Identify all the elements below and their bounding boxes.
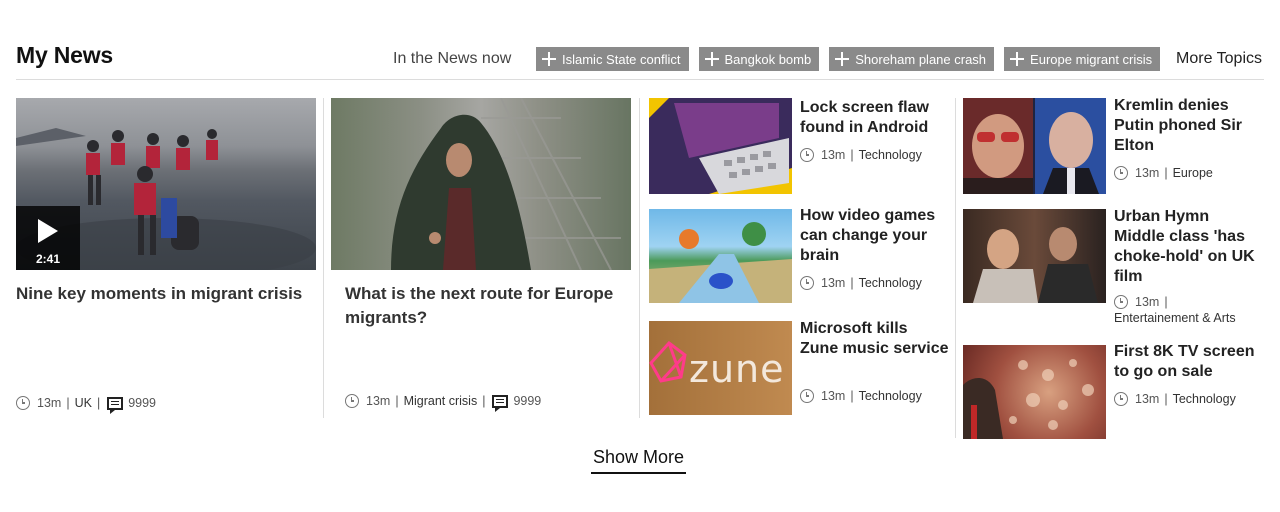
- story-time: 13m: [821, 148, 846, 162]
- story-title[interactable]: How video games can change your brain: [800, 206, 950, 266]
- story-meta: 13m | Technology: [1114, 392, 1236, 406]
- clock-icon: [16, 396, 30, 410]
- comment-icon[interactable]: [107, 396, 124, 414]
- topic-button-islamic-state[interactable]: Islamic State conflict: [536, 47, 689, 71]
- separator: |: [1164, 295, 1168, 309]
- clock-icon: [1114, 295, 1128, 309]
- story-image-hooded-man[interactable]: [331, 98, 631, 270]
- separator: |: [96, 396, 101, 410]
- comment-count[interactable]: 9999: [128, 396, 156, 410]
- story-section[interactable]: Migrant crisis: [404, 394, 478, 408]
- phone-illustration: [649, 98, 792, 194]
- show-more-button[interactable]: Show More: [591, 447, 687, 474]
- topic-button-migrant-crisis[interactable]: Europe migrant crisis: [1004, 47, 1161, 71]
- separator: |: [850, 276, 854, 290]
- story-meta: 13m | Technology: [800, 389, 922, 403]
- separator: |: [850, 148, 854, 162]
- story-title[interactable]: Kremlin denies Putin phoned Sir Elton: [1114, 96, 1264, 156]
- story-section[interactable]: Europe: [1173, 166, 1213, 180]
- topic-label: Europe migrant crisis: [1030, 51, 1153, 67]
- topic-button-bangkok-bomb[interactable]: Bangkok bomb: [698, 47, 820, 71]
- story-time: 13m: [821, 276, 846, 290]
- story-section[interactable]: Technology: [1173, 392, 1236, 406]
- play-icon: [38, 219, 58, 243]
- column-divider: [323, 98, 324, 418]
- separator: |: [1164, 166, 1168, 180]
- story-time: 13m: [1135, 392, 1160, 406]
- page-title: My News: [16, 42, 114, 68]
- story-meta: 13m | Europe: [1114, 166, 1213, 180]
- plus-icon: [703, 50, 721, 68]
- topic-list: Islamic State conflict Bangkok bomb Shor…: [536, 47, 1161, 71]
- story-title[interactable]: Urban Hymn Middle class 'has choke-hold'…: [1114, 207, 1264, 287]
- story-time: 13m: [821, 389, 846, 403]
- story-image-migrants-beach[interactable]: 2:41: [16, 98, 316, 270]
- video-duration: 2:41: [35, 252, 61, 266]
- story-meta: 13m | Migrant crisis | 9999: [345, 394, 541, 412]
- story-title[interactable]: Lock screen flaw found in Android: [800, 98, 950, 138]
- portraits-illustration: [963, 98, 1106, 194]
- film-still-illustration: [973, 227, 1098, 303]
- separator: |: [1164, 392, 1168, 406]
- game-illustration: [649, 222, 792, 303]
- video-badge[interactable]: 2:41: [16, 206, 80, 270]
- plus-icon: [1008, 50, 1026, 68]
- story-time: 13m: [1135, 295, 1160, 309]
- column-divider: [955, 98, 956, 438]
- clock-icon: [345, 394, 359, 408]
- story-title[interactable]: Nine key moments in migrant crisis: [16, 282, 306, 306]
- story-meta: 13m | Technology: [800, 276, 922, 290]
- story-time: 13m: [366, 394, 391, 408]
- zune-logo-text: zune: [689, 347, 785, 391]
- story-image-zune[interactable]: zune: [649, 321, 792, 415]
- topic-button-shoreham-crash[interactable]: Shoreham plane crash: [829, 47, 995, 71]
- story-image-android-phone[interactable]: [649, 98, 792, 194]
- clock-icon: [800, 389, 814, 403]
- story-section[interactable]: Technology: [859, 148, 922, 162]
- comment-count[interactable]: 9999: [513, 394, 541, 408]
- plus-icon: [540, 50, 558, 68]
- story-section[interactable]: Technology: [859, 389, 922, 403]
- plus-icon: [833, 50, 851, 68]
- topic-label: Shoreham plane crash: [855, 51, 987, 67]
- separator: |: [395, 394, 399, 408]
- topic-label: Islamic State conflict: [562, 51, 681, 67]
- story-image-video-game[interactable]: [649, 209, 792, 303]
- clock-icon: [1114, 392, 1128, 406]
- story-time: 13m: [1135, 166, 1160, 180]
- story-time: 13m: [37, 396, 62, 410]
- story-image-elton-putin[interactable]: [963, 98, 1106, 194]
- story-section[interactable]: UK: [75, 396, 92, 410]
- story-meta: 13m | Entertainement & Arts: [1114, 294, 1264, 326]
- separator: |: [482, 394, 486, 408]
- clock-icon: [1114, 166, 1128, 180]
- topic-label: Bangkok bomb: [724, 51, 812, 67]
- my-news-header: My News In the News now Islamic State co…: [16, 42, 1264, 80]
- hooded-man-illustration: [391, 98, 621, 270]
- story-meta: 13m | Technology: [800, 148, 922, 162]
- column-divider: [639, 98, 640, 418]
- clock-icon: [800, 276, 814, 290]
- more-topics-link[interactable]: More Topics: [1176, 50, 1262, 68]
- story-section[interactable]: Technology: [859, 276, 922, 290]
- story-section[interactable]: Entertainement & Arts: [1114, 310, 1244, 326]
- separator: |: [66, 396, 70, 410]
- story-title[interactable]: Microsoft kills Zune music service: [800, 319, 950, 359]
- story-title[interactable]: What is the next route for Europe migran…: [345, 282, 625, 330]
- in-the-news-label: In the News now: [393, 50, 512, 67]
- separator: |: [850, 389, 854, 403]
- story-image-8k-tv[interactable]: [963, 345, 1106, 439]
- story-title[interactable]: First 8K TV screen to go on sale: [1114, 342, 1264, 382]
- clock-icon: [800, 148, 814, 162]
- tv-screen-illustration: [963, 359, 1094, 439]
- story-meta: 13m | UK | 9999: [16, 396, 156, 414]
- story-image-urban-hymn[interactable]: [963, 209, 1106, 303]
- comment-icon[interactable]: [492, 394, 509, 412]
